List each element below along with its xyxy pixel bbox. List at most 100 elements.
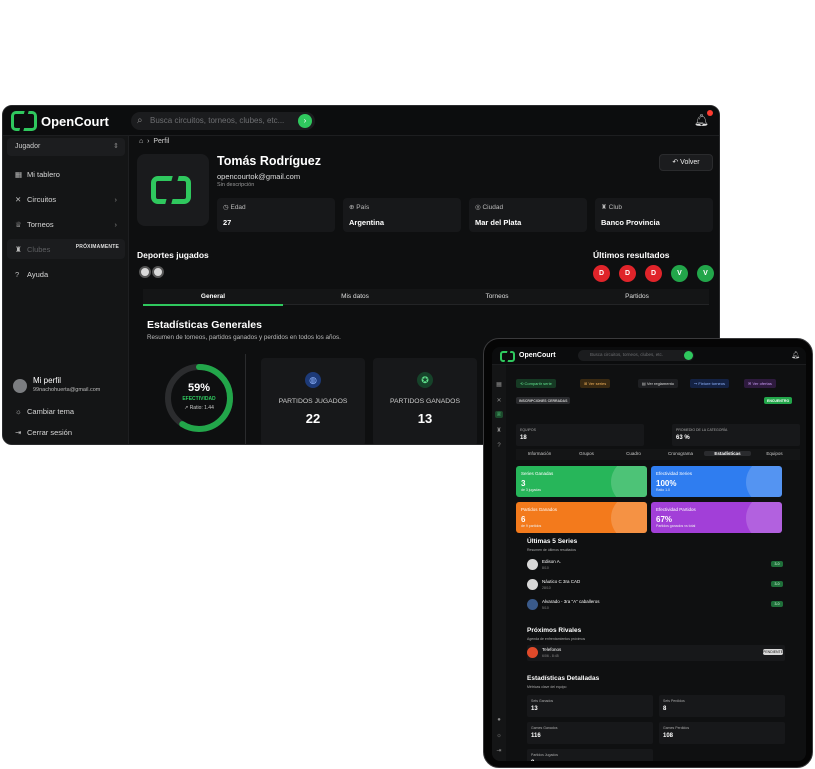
series-name: Náutico C 3ra CAD — [542, 579, 581, 584]
tablet-brand[interactable]: OpenCourt — [519, 352, 556, 359]
chevron-right-icon: › — [114, 195, 118, 204]
detail-stats-title: Estadísticas Detalladas — [527, 675, 600, 682]
dashboard-icon[interactable]: ▦ — [495, 381, 503, 388]
team-logo — [527, 647, 538, 658]
tab-cronograma[interactable]: Cronograma — [657, 451, 704, 456]
search-input[interactable]: ⌕ Busca circuitos, torneos, clubes, etc.… — [131, 112, 315, 130]
clubs-icon[interactable]: ♜ — [495, 427, 503, 434]
stat-label: PARTIDOS JUGADOS — [278, 398, 348, 405]
back-button[interactable]: ↶ Volver — [659, 154, 713, 171]
tab-grupos[interactable]: Grupos — [563, 451, 610, 456]
stat-card-played: ◍ PARTIDOS JUGADOS 22 — [261, 358, 365, 444]
trophy-icon[interactable]: ♕ — [495, 411, 503, 418]
help-icon[interactable]: ? — [495, 443, 503, 449]
logout-icon[interactable]: ⇥ — [495, 747, 503, 754]
card-label: Efectividad Partidos — [656, 507, 696, 512]
home-icon[interactable]: ⌂ — [139, 138, 143, 145]
clubs-icon: ♜ — [15, 245, 22, 254]
series-name: Edison A. — [542, 559, 562, 564]
tablet-sidebar: ▦ ✕ ♕ ♜ ? ● ☼ ⇥ — [492, 365, 506, 761]
team-logo — [527, 559, 538, 570]
info-value: Mar del Plata — [475, 218, 522, 227]
detail-label: Games Perdidos — [663, 726, 690, 730]
notifications-bell-icon[interactable]: 🔔︎ — [694, 110, 713, 127]
detail-label: Sets Ganados — [531, 699, 554, 703]
role-select[interactable]: Jugador ⇕ — [7, 138, 125, 156]
card-value: 67% — [656, 515, 673, 524]
chevron-right-icon: › — [114, 220, 118, 229]
card-sub: Ratio 1.0 — [656, 488, 671, 492]
tablet-tabs: Información Grupos Cuadro Cronograma Est… — [516, 449, 800, 460]
info-value: 63 % — [676, 435, 690, 441]
detail-value: 13 — [531, 706, 538, 712]
results-title: Últimos resultados — [593, 250, 670, 260]
sidebar-item-label: Clubes — [27, 245, 51, 254]
award-icon: ✪ — [417, 372, 433, 388]
detail-card: Sets Ganados 13 — [527, 695, 653, 717]
trophy-icon: ♕ — [15, 220, 22, 229]
profile-email: 99nachohuerta@gmail.com — [33, 387, 101, 393]
card-decoration — [611, 466, 647, 497]
change-theme-button[interactable]: ☼ Cambiar tema — [7, 401, 125, 421]
rival-item[interactable]: Telefonos 6/06 - 8:45 PENDIENTE — [527, 645, 785, 661]
tab-torneos[interactable]: Torneos — [427, 293, 567, 300]
opencourt-logo-icon[interactable] — [11, 111, 37, 131]
tab-equipos[interactable]: Equipos — [751, 451, 798, 456]
logout-icon: ⇥ — [15, 428, 22, 437]
tab-partidos[interactable]: Partidos — [567, 293, 707, 300]
list-item[interactable]: Edison A. 8/10 3-0 — [527, 557, 785, 573]
breadcrumb-current: Perfil — [153, 138, 170, 145]
list-item[interactable]: Alvarado - 3ra "A" caballeros 5/10 3-0 — [527, 597, 785, 613]
opencourt-logo-icon[interactable] — [500, 351, 515, 362]
list-item[interactable]: Náutico C 3ra CAD 28/10 3-0 — [527, 577, 785, 593]
rival-date: 6/06 - 8:45 — [542, 654, 559, 658]
tablet-search-input[interactable]: Busca circuitos, torneos, clubes, etc. — [578, 350, 694, 361]
tab-estadisticas[interactable]: Estadísticas — [704, 451, 751, 456]
sidebar-item-mi-tablero[interactable]: ▦ Mi tablero — [7, 164, 125, 184]
search-submit-button[interactable] — [684, 351, 693, 360]
card-label: Efectividad Series — [656, 471, 693, 476]
tennis-ball-icon — [139, 266, 151, 278]
info-label: EQUIPOS — [520, 428, 536, 432]
avatar[interactable]: ● — [495, 717, 503, 723]
tab-mis-datos[interactable]: Mis datos — [285, 293, 425, 300]
profile-name: Mi perfil — [33, 376, 62, 385]
last-series-title: Últimas 5 Series — [527, 538, 578, 545]
tablet-screen: OpenCourt Busca circuitos, torneos, club… — [492, 347, 806, 761]
breadcrumb: ⌂ › Perfil — [139, 138, 170, 145]
search-submit-button[interactable]: › — [298, 114, 312, 128]
tab-informacion[interactable]: Información — [516, 451, 563, 456]
detail-card: Partidos Jugados 9 — [527, 749, 653, 761]
sidebar-item-ayuda[interactable]: ? Ayuda — [7, 264, 125, 284]
circuits-icon[interactable]: ✕ — [495, 397, 503, 404]
help-icon: ? — [15, 270, 20, 279]
series-name: Alvarado - 3ra "A" caballeros — [542, 599, 600, 604]
notifications-bell-icon[interactable]: 🔔︎ — [791, 351, 800, 359]
sidebar-item-label: Torneos — [27, 220, 54, 229]
tablet-search-placeholder: Busca circuitos, torneos, clubes, etc. — [590, 352, 664, 357]
top-bar: OpenCourt ⌕ Busca circuitos, torneos, cl… — [3, 106, 719, 136]
role-value: Jugador — [15, 143, 41, 150]
effectiveness-percent: 59% — [187, 382, 211, 394]
view-series-button[interactable]: ⊞ Ver series — [580, 379, 611, 388]
series-date: 8/10 — [542, 566, 549, 570]
share-series-button[interactable]: ⟲ Compartir serie — [516, 379, 556, 388]
sun-icon[interactable]: ☼ — [495, 733, 503, 739]
stats-subtitle: Resumen de torneos, partidos ganados y p… — [147, 334, 341, 341]
tab-cuadro[interactable]: Cuadro — [610, 451, 657, 456]
tab-general[interactable]: General — [143, 293, 283, 300]
brand-name[interactable]: OpenCourt — [41, 114, 109, 129]
detail-value: 8 — [663, 706, 667, 712]
fixture-button[interactable]: ⤳ Fixture torneos — [690, 379, 729, 388]
detail-card: Sets Perdidos 8 — [659, 695, 785, 717]
pending-badge: PENDIENTE — [763, 649, 784, 655]
sidebar-item-torneos[interactable]: ♕ Torneos › — [7, 214, 125, 234]
sidebar-item-circuitos[interactable]: ✕ Circuitos › — [7, 189, 125, 209]
result-badge: D — [645, 265, 662, 282]
offers-button[interactable]: ✉ Ver ofertas — [744, 379, 776, 388]
tennis-ball-icon: ◍ — [305, 372, 321, 388]
logout-button[interactable]: ⇥ Cerrar sesión — [7, 422, 125, 442]
regulation-button[interactable]: ▤ Ver reglamento — [638, 379, 679, 388]
profile-tabs: General Mis datos Torneos Partidos — [143, 289, 709, 305]
team-logo — [527, 579, 538, 590]
